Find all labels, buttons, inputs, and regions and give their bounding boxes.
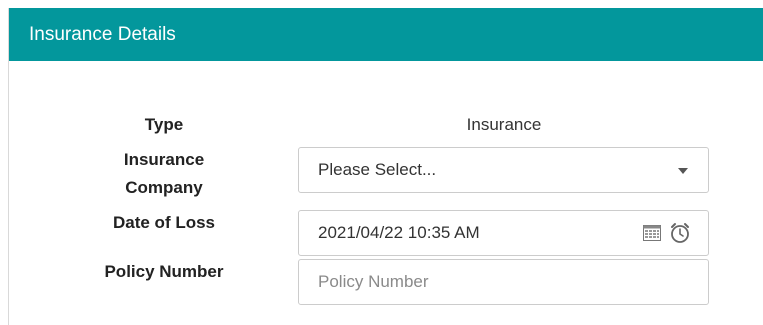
date-of-loss-label: Date of Loss xyxy=(112,213,216,232)
insurance-company-select[interactable]: Please Select... xyxy=(298,147,709,193)
insurance-company-label-line1: Insurance xyxy=(123,150,205,169)
insurance-details-panel: Insurance Details Type Insurance Insuran… xyxy=(8,8,763,325)
clock-icon[interactable] xyxy=(669,222,691,244)
panel-title: Insurance Details xyxy=(9,8,763,61)
insurance-company-label: Insurance Company xyxy=(9,146,319,202)
insurance-company-selected: Please Select... xyxy=(318,160,437,179)
policy-number-label: Policy Number xyxy=(104,262,224,281)
date-of-loss-field[interactable]: 2021/04/22 10:35 AM xyxy=(298,210,709,256)
policy-number-input[interactable] xyxy=(318,261,678,303)
calendar-icon[interactable] xyxy=(643,225,661,241)
policy-number-field[interactable] xyxy=(298,259,709,305)
insurance-company-label-line2: Company xyxy=(125,178,203,197)
type-label: Type xyxy=(144,115,184,134)
type-value: Insurance xyxy=(466,115,542,134)
date-of-loss-value: 2021/04/22 10:35 AM xyxy=(318,223,480,242)
chevron-down-icon xyxy=(678,168,688,174)
